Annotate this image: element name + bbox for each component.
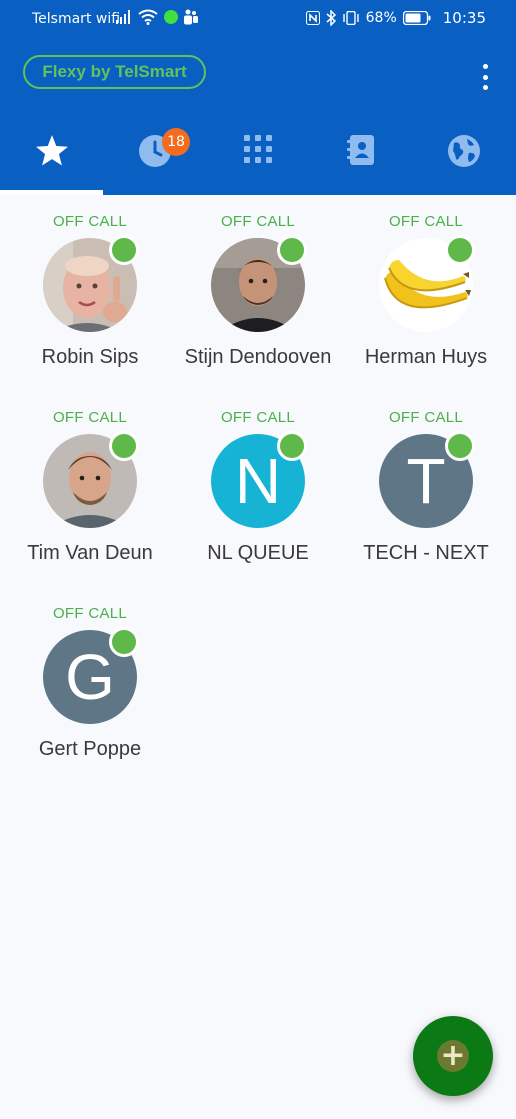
status-bar: Telsmart wifi 68% 10:35: [0, 0, 516, 38]
contact-card[interactable]: OFF CALL G Gert Poppe: [6, 604, 174, 762]
contact-name: Herman Huys: [364, 346, 488, 368]
call-status: OFF CALL: [220, 409, 296, 426]
call-status: OFF CALL: [220, 213, 296, 230]
presence-indicator: [445, 235, 475, 265]
nfc-icon: [305, 11, 320, 25]
contact-card[interactable]: OFF CALL N NL QUEUE: [174, 408, 342, 566]
contact-name: Robin Sips: [41, 346, 139, 368]
tab-recents[interactable]: [103, 120, 206, 195]
dot: [482, 64, 488, 69]
contact-name: TECH - NEXT: [363, 542, 489, 564]
battery-icon: [402, 11, 431, 25]
presence-indicator: [277, 431, 307, 461]
dialpad-icon: [243, 135, 272, 163]
active-tab-indicator: [0, 190, 103, 195]
brand-pill[interactable]: Flexy by TelSmart: [23, 55, 206, 89]
presence-indicator: [109, 235, 139, 265]
tab-dialpad[interactable]: [206, 120, 309, 195]
bluetooth-icon: [326, 10, 336, 26]
call-status: OFF CALL: [388, 409, 464, 426]
presence-indicator: [277, 235, 307, 265]
presence-indicator: [109, 627, 139, 657]
presence-indicator: [109, 431, 139, 461]
star-icon: [35, 135, 68, 166]
contact-name: Stijn Dendooven: [184, 346, 332, 368]
call-status: OFF CALL: [388, 213, 464, 230]
contact-name: Gert Poppe: [38, 738, 142, 760]
plus-icon: +: [437, 1040, 469, 1072]
call-status: OFF CALL: [52, 213, 128, 230]
contact-card[interactable]: OFF CALL Robin Sips: [6, 212, 174, 370]
dot: [482, 85, 488, 90]
call-status: OFF CALL: [52, 605, 128, 622]
wifi-icon: [138, 9, 158, 25]
vibrate-icon: [342, 11, 359, 25]
teams-icon: [184, 9, 198, 25]
tab-favorites[interactable]: [0, 120, 103, 195]
tab-contacts[interactable]: [309, 120, 412, 195]
green-dot-icon: [164, 10, 178, 24]
tab-web[interactable]: [412, 120, 515, 195]
more-options-button[interactable]: [472, 62, 498, 92]
battery-percent: 68%: [365, 10, 397, 26]
carrier-name: Telsmart wifi: [32, 11, 121, 27]
contact-card[interactable]: OFF CALL Tim Van Deun: [6, 408, 174, 566]
contact-name: Tim Van Deun: [27, 542, 153, 564]
dot: [482, 74, 488, 80]
contact-card[interactable]: OFF CALL Stijn Dendooven: [174, 212, 342, 370]
app-header: Telsmart wifi 68% 10:35 Flexy by TelSmar…: [0, 0, 516, 195]
presence-indicator: [445, 431, 475, 461]
contact-name: NL QUEUE: [207, 542, 309, 564]
add-favorite-button[interactable]: +: [413, 1016, 493, 1096]
contacts-book-icon: [346, 135, 374, 165]
recents-badge: 18: [162, 128, 190, 156]
signal-icon: [116, 10, 130, 24]
globe-icon: [447, 135, 480, 167]
call-status: OFF CALL: [52, 409, 128, 426]
contact-card[interactable]: OFF CALL Herman Huys: [342, 212, 510, 370]
contact-card[interactable]: OFF CALL T TECH - NEXT: [342, 408, 510, 566]
clock: 10:35: [442, 9, 486, 27]
tab-bar: [0, 120, 516, 195]
